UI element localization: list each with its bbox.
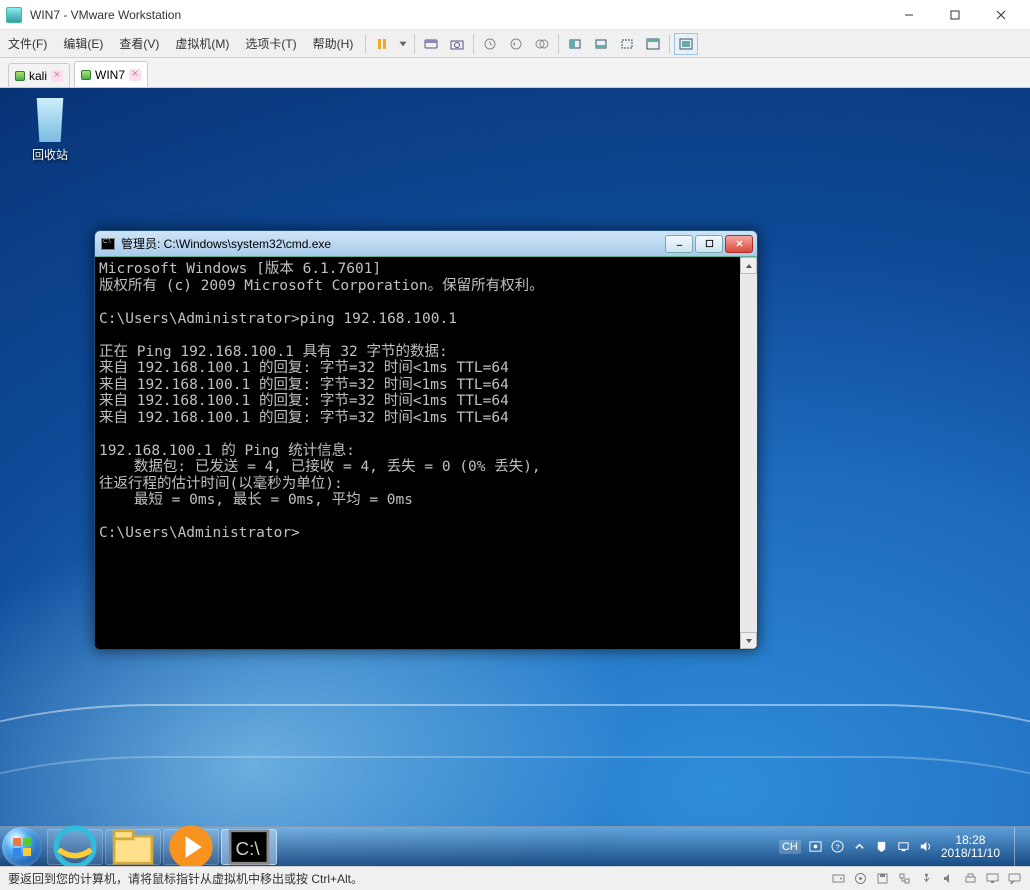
win7-desktop[interactable]: 回收站 管理员: C:\Windows\system32\cmd.exe Mic… [0, 88, 1030, 866]
vmware-titlebar: WIN7 - VMware Workstation [0, 0, 1030, 30]
toolbar-unity-icon[interactable] [674, 33, 698, 55]
vmware-icon [6, 7, 22, 23]
help-icon[interactable]: ? [831, 840, 845, 854]
show-desktop-button[interactable] [1014, 827, 1024, 867]
system-tray: CH ? 18:28 2018/11/10 [779, 827, 1028, 867]
tabbar: kali × WIN7 × [0, 58, 1030, 88]
tab-win7[interactable]: WIN7 × [74, 61, 148, 87]
cmd-close-button[interactable] [725, 235, 753, 253]
cmd-maximize-button[interactable] [695, 235, 723, 253]
tab-close-icon[interactable]: × [51, 70, 63, 82]
taskbar-cmd-icon[interactable]: C:\ [221, 829, 277, 865]
device-sound-icon[interactable] [940, 871, 956, 887]
tray-date: 2018/11/10 [941, 847, 1000, 860]
vmware-statusbar: 要返回到您的计算机，请将鼠标指针从虚拟机中移出或按 Ctrl+Alt。 [0, 866, 1030, 890]
status-message: 要返回到您的计算机，请将鼠标指针从虚拟机中移出或按 Ctrl+Alt。 [8, 870, 830, 887]
windows-logo-icon [13, 838, 31, 856]
maximize-button[interactable] [932, 0, 978, 30]
tab-kali[interactable]: kali × [8, 63, 70, 87]
menu-tabs[interactable]: 选项卡(T) [237, 30, 304, 57]
device-floppy-icon[interactable] [874, 871, 890, 887]
vm-running-icon [81, 70, 91, 80]
win7-taskbar: C:\ CH ? 18:28 2018/11/10 [0, 826, 1030, 866]
scroll-down-icon[interactable] [740, 632, 757, 649]
menu-edit[interactable]: 编辑(E) [55, 30, 111, 57]
cmd-titlebar[interactable]: 管理员: C:\Windows\system32\cmd.exe [95, 231, 757, 257]
cmd-output: Microsoft Windows [版本 6.1.7601] 版权所有 (c)… [95, 257, 740, 649]
device-message-icon[interactable] [1006, 871, 1022, 887]
scroll-up-icon[interactable] [740, 257, 757, 274]
menu-file[interactable]: 文件(F) [0, 30, 55, 57]
toolbar-fit-guest-icon[interactable] [563, 33, 587, 55]
taskbar-ie-icon[interactable] [47, 829, 103, 865]
tray-clock[interactable]: 18:28 2018/11/10 [941, 834, 1000, 860]
device-display-icon[interactable] [984, 871, 1000, 887]
toolbar-snap-manage-icon[interactable] [530, 33, 554, 55]
menu-view[interactable]: 查看(V) [111, 30, 167, 57]
network-icon[interactable] [897, 840, 911, 854]
toolbar-send-ctrlaltdel-icon[interactable] [419, 33, 443, 55]
device-printer-icon[interactable] [962, 871, 978, 887]
toolbar-snap-take-icon[interactable] [478, 33, 502, 55]
menu-help[interactable]: 帮助(H) [305, 30, 362, 57]
toolbar-snapshot-icon[interactable] [445, 33, 469, 55]
tab-close-icon[interactable]: × [129, 69, 141, 81]
device-cd-icon[interactable] [852, 871, 868, 887]
svg-text:?: ? [836, 842, 840, 851]
recycle-bin-label: 回收站 [18, 146, 82, 163]
action-center-icon[interactable] [875, 840, 889, 854]
device-usb-icon[interactable] [918, 871, 934, 887]
window-title: WIN7 - VMware Workstation [30, 8, 886, 22]
ime-tool-icon[interactable] [809, 840, 823, 854]
cmd-icon [101, 238, 115, 250]
taskbar-explorer-icon[interactable] [105, 829, 161, 865]
device-network-icon[interactable] [896, 871, 912, 887]
tab-label: kali [29, 69, 47, 83]
start-button[interactable] [2, 827, 42, 867]
device-hdd-icon[interactable] [830, 871, 846, 887]
cmd-title: 管理员: C:\Windows\system32\cmd.exe [121, 235, 665, 252]
menubar: 文件(F) 编辑(E) 查看(V) 虚拟机(M) 选项卡(T) 帮助(H) [0, 30, 1030, 58]
toolbar-fullscreen-icon[interactable] [641, 33, 665, 55]
svg-text:C:\: C:\ [236, 839, 261, 860]
toolbar-thumbnail-icon[interactable] [589, 33, 613, 55]
menu-vm[interactable]: 虚拟机(M) [167, 30, 237, 57]
tray-time: 18:28 [941, 834, 1000, 847]
cmd-minimize-button[interactable] [665, 235, 693, 253]
toolbar-pause-icon[interactable] [370, 33, 394, 55]
vm-running-icon [15, 71, 25, 81]
volume-icon[interactable] [919, 840, 933, 854]
toolbar-pause-menu[interactable] [396, 33, 410, 55]
tray-expand-icon[interactable] [853, 840, 867, 854]
cmd-scrollbar[interactable] [740, 257, 757, 649]
tab-label: WIN7 [95, 68, 125, 82]
vm-viewport[interactable]: 回收站 管理员: C:\Windows\system32\cmd.exe Mic… [0, 88, 1030, 866]
minimize-button[interactable] [886, 0, 932, 30]
close-button[interactable] [978, 0, 1024, 30]
toolbar-stretch-icon[interactable] [615, 33, 639, 55]
ime-indicator[interactable]: CH [779, 840, 801, 854]
taskbar-mediaplayer-icon[interactable] [163, 829, 219, 865]
cmd-window[interactable]: 管理员: C:\Windows\system32\cmd.exe Microso… [94, 230, 758, 650]
recycle-bin-icon[interactable]: 回收站 [18, 98, 82, 163]
toolbar-snap-revert-icon[interactable] [504, 33, 528, 55]
